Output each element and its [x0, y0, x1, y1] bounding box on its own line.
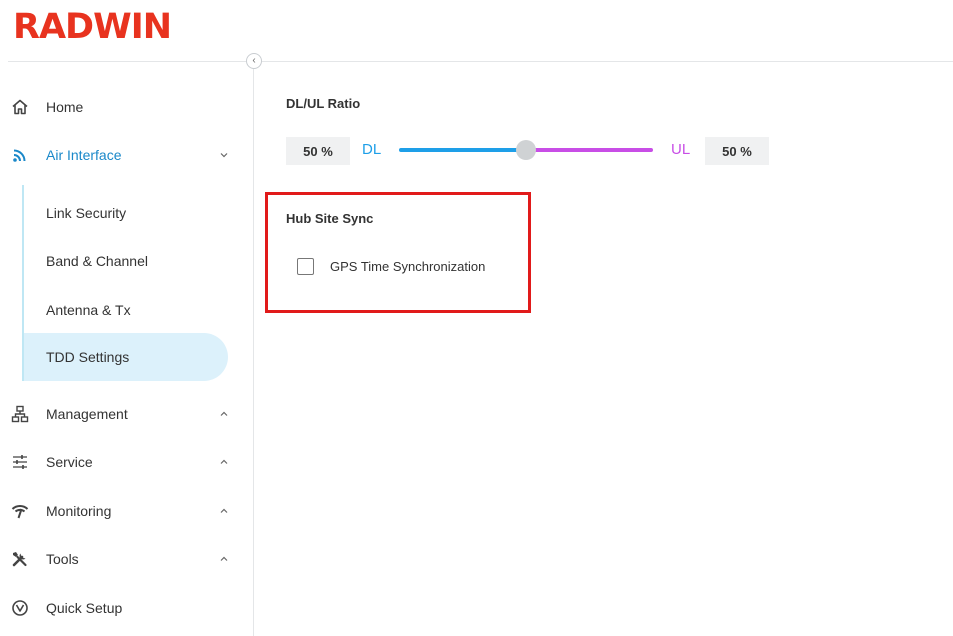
sidebar-item-label: TDD Settings	[46, 349, 130, 365]
home-icon	[10, 97, 30, 117]
dl-ul-ratio-title: DL/UL Ratio	[286, 96, 361, 111]
header-divider	[8, 61, 953, 62]
gps-time-sync-checkbox[interactable]	[297, 258, 314, 275]
chevron-up-icon	[219, 554, 229, 564]
logo-text: RADWIN	[13, 7, 172, 47]
gps-time-sync-label[interactable]: GPS Time Synchronization	[330, 259, 485, 274]
dl-percent-value: 50 %	[286, 137, 350, 165]
sidebar-item-label: Air Interface	[46, 147, 122, 163]
sidebar-item-tdd-settings[interactable]: TDD Settings	[24, 333, 228, 381]
sidebar-item-quick-setup[interactable]: Quick Setup	[0, 584, 240, 632]
sidebar-item-monitoring[interactable]: Monitoring	[0, 487, 240, 535]
sidebar-item-tools[interactable]: Tools	[0, 535, 240, 583]
chevron-left-icon: ‹	[252, 55, 256, 66]
sidebar-item-label: Management	[46, 406, 128, 422]
chevron-up-icon	[219, 409, 229, 419]
slider-track-ul	[526, 148, 653, 152]
sidebar-item-band-channel[interactable]: Band & Channel	[24, 237, 228, 285]
sidebar-item-label: Link Security	[46, 205, 127, 221]
slider-thumb[interactable]	[516, 140, 536, 160]
chevron-down-icon	[219, 150, 229, 160]
hub-site-sync-title: Hub Site Sync	[286, 211, 374, 226]
tools-icon	[10, 549, 30, 569]
sidebar-item-air-interface[interactable]: Air Interface	[0, 131, 240, 179]
signal-icon	[10, 501, 30, 521]
sidebar-item-label: Quick Setup	[46, 600, 123, 616]
sidebar-item-label: Monitoring	[46, 503, 112, 519]
slider-track-dl	[399, 148, 526, 152]
sidebar-item-label: Tools	[46, 551, 79, 567]
sidebar-item-label: Antenna & Tx	[46, 302, 131, 318]
sidebar-item-management[interactable]: Management	[0, 390, 240, 438]
collapse-sidebar-button[interactable]: ‹	[246, 53, 262, 69]
sidebar-item-label: Band & Channel	[46, 253, 148, 269]
network-icon	[10, 404, 30, 424]
ul-percent-value: 50 %	[705, 137, 769, 165]
dl-label: DL	[362, 141, 382, 158]
quick-setup-icon	[10, 598, 30, 618]
sidebar-item-antenna-tx[interactable]: Antenna & Tx	[24, 286, 228, 334]
wifi-icon	[10, 145, 30, 165]
chevron-up-icon	[219, 457, 229, 467]
sliders-icon	[10, 452, 30, 472]
sidebar-item-service[interactable]: Service	[0, 438, 240, 486]
sidebar-item-home[interactable]: Home	[0, 83, 240, 131]
radwin-logo: RADWIN	[13, 7, 172, 47]
sidebar-item-link-security[interactable]: Link Security	[24, 189, 228, 237]
chevron-up-icon	[219, 506, 229, 516]
sidebar-divider	[253, 62, 254, 636]
sidebar-item-label: Service	[46, 454, 93, 470]
ul-label: UL	[671, 141, 691, 158]
sidebar-item-label: Home	[46, 99, 84, 115]
